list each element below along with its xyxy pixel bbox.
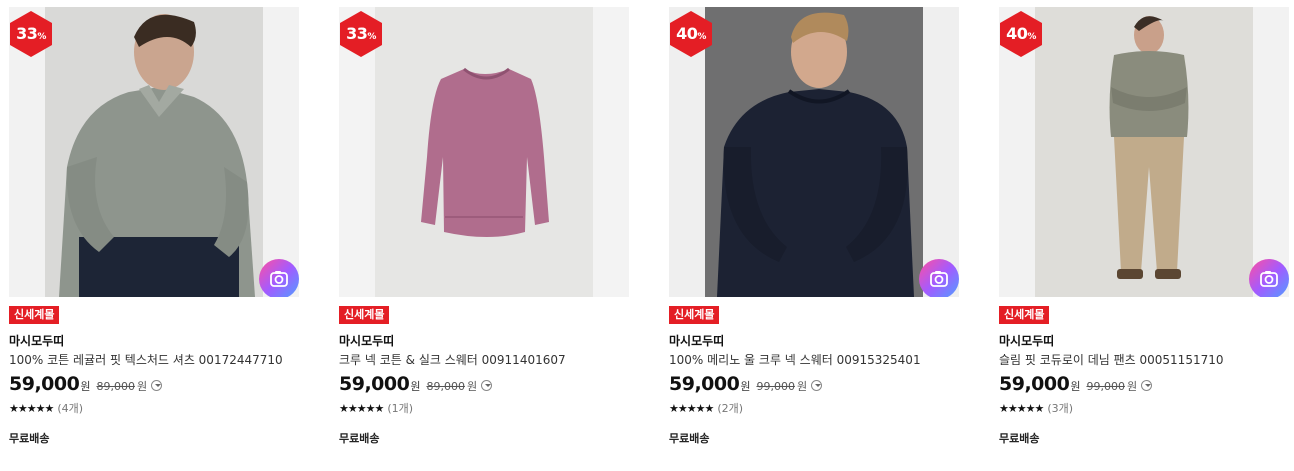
brand-name[interactable]: 마시모두띠 (999, 332, 1054, 349)
sale-price: 59,000 (669, 373, 740, 395)
review-count[interactable]: (4개) (57, 402, 83, 415)
product-card[interactable]: 40% 신세계몰 마시모두띠 슬림 핏 코듀로이 데님 팬츠 000511517… (999, 7, 1289, 467)
brand-name[interactable]: 마시모두띠 (339, 332, 394, 349)
discount-badge: 33% (9, 11, 53, 57)
review-count[interactable]: (2개) (717, 402, 743, 415)
brand-name[interactable]: 마시모두띠 (9, 332, 64, 349)
rating: ★★★★★ (1개) (339, 400, 413, 416)
price-info-icon[interactable] (811, 380, 823, 391)
star-rating-icon: ★★★★★ (999, 402, 1044, 415)
price-row: 59,000 원 89,000 원 (339, 373, 493, 397)
product-name[interactable]: 슬림 핏 코듀로이 데님 팬츠 00051151710 (999, 351, 1294, 368)
discount-value: 33 (16, 24, 38, 43)
review-count[interactable]: (1개) (387, 402, 413, 415)
camera-search-icon (270, 271, 288, 287)
price-info-icon[interactable] (1141, 380, 1153, 391)
currency: 원 (1126, 380, 1138, 393)
original-price: 99,000 (756, 380, 795, 393)
price-row: 59,000 원 99,000 원 (669, 373, 823, 397)
discount-value: 40 (1006, 24, 1028, 43)
star-rating-icon: ★★★★★ (339, 402, 384, 415)
price-row: 59,000 원 99,000 원 (999, 373, 1153, 397)
free-shipping-label: 무료배송 (9, 432, 50, 445)
brand-name[interactable]: 마시모두띠 (669, 332, 724, 349)
mall-tag: 신세계몰 (339, 306, 390, 324)
rating: ★★★★★ (2개) (669, 400, 743, 416)
product-card[interactable]: 33% 신세계몰 마시모두띠 크루 넥 코튼 & 실크 스웨터 00911401… (339, 7, 629, 467)
discount-badge: 33% (339, 11, 383, 57)
currency: 원 (466, 380, 478, 393)
discount-value: 33 (346, 24, 368, 43)
free-shipping-label: 무료배송 (999, 432, 1040, 445)
mall-tag: 신세계몰 (999, 306, 1050, 324)
discount-value: 40 (676, 24, 698, 43)
original-price: 89,000 (426, 380, 465, 393)
sale-price: 59,000 (999, 373, 1070, 395)
price-info-icon[interactable] (151, 380, 163, 391)
camera-search-icon (930, 271, 948, 287)
sale-price: 59,000 (9, 373, 80, 395)
percent-sign: % (367, 32, 376, 42)
free-shipping-label: 무료배송 (339, 432, 380, 445)
currency: 원 (136, 380, 148, 393)
mall-tag: 신세계몰 (9, 306, 60, 324)
original-price: 89,000 (96, 380, 135, 393)
currency: 원 (740, 380, 751, 393)
original-price: 99,000 (1086, 380, 1125, 393)
price-row: 59,000 원 89,000 원 (9, 373, 163, 397)
currency: 원 (410, 380, 421, 393)
camera-search-button[interactable] (919, 259, 959, 297)
currency: 원 (80, 380, 91, 393)
product-card[interactable]: 33% 신세계몰 마시모두띠 100% 코튼 레귤러 핏 텍스처드 셔츠 001… (9, 7, 299, 467)
product-name[interactable]: 100% 메리노 울 크루 넥 스웨터 00915325401 (669, 351, 969, 368)
camera-search-button[interactable] (259, 259, 299, 297)
mall-tag: 신세계몰 (669, 306, 720, 324)
percent-sign: % (1027, 32, 1036, 42)
camera-search-button[interactable] (1249, 259, 1289, 297)
review-count[interactable]: (3개) (1047, 402, 1073, 415)
product-card[interactable]: 40% 신세계몰 마시모두띠 100% 메리노 울 크루 넥 스웨터 00915… (669, 7, 959, 467)
discount-badge: 40% (669, 11, 713, 57)
percent-sign: % (37, 32, 46, 42)
star-rating-icon: ★★★★★ (9, 402, 54, 415)
star-rating-icon: ★★★★★ (669, 402, 714, 415)
product-name[interactable]: 100% 코튼 레귤러 핏 텍스처드 셔츠 00172447710 (9, 351, 309, 368)
sale-price: 59,000 (339, 373, 410, 395)
rating: ★★★★★ (3개) (999, 400, 1073, 416)
currency: 원 (1070, 380, 1081, 393)
free-shipping-label: 무료배송 (669, 432, 710, 445)
camera-search-icon (1260, 271, 1278, 287)
percent-sign: % (697, 32, 706, 42)
rating: ★★★★★ (4개) (9, 400, 83, 416)
discount-badge: 40% (999, 11, 1043, 57)
product-grid: 33% 신세계몰 마시모두띠 100% 코튼 레귤러 핏 텍스처드 셔츠 001… (9, 7, 1294, 467)
currency: 원 (796, 380, 808, 393)
product-name[interactable]: 크루 넥 코튼 & 실크 스웨터 00911401607 (339, 351, 639, 368)
price-info-icon[interactable] (481, 380, 493, 391)
